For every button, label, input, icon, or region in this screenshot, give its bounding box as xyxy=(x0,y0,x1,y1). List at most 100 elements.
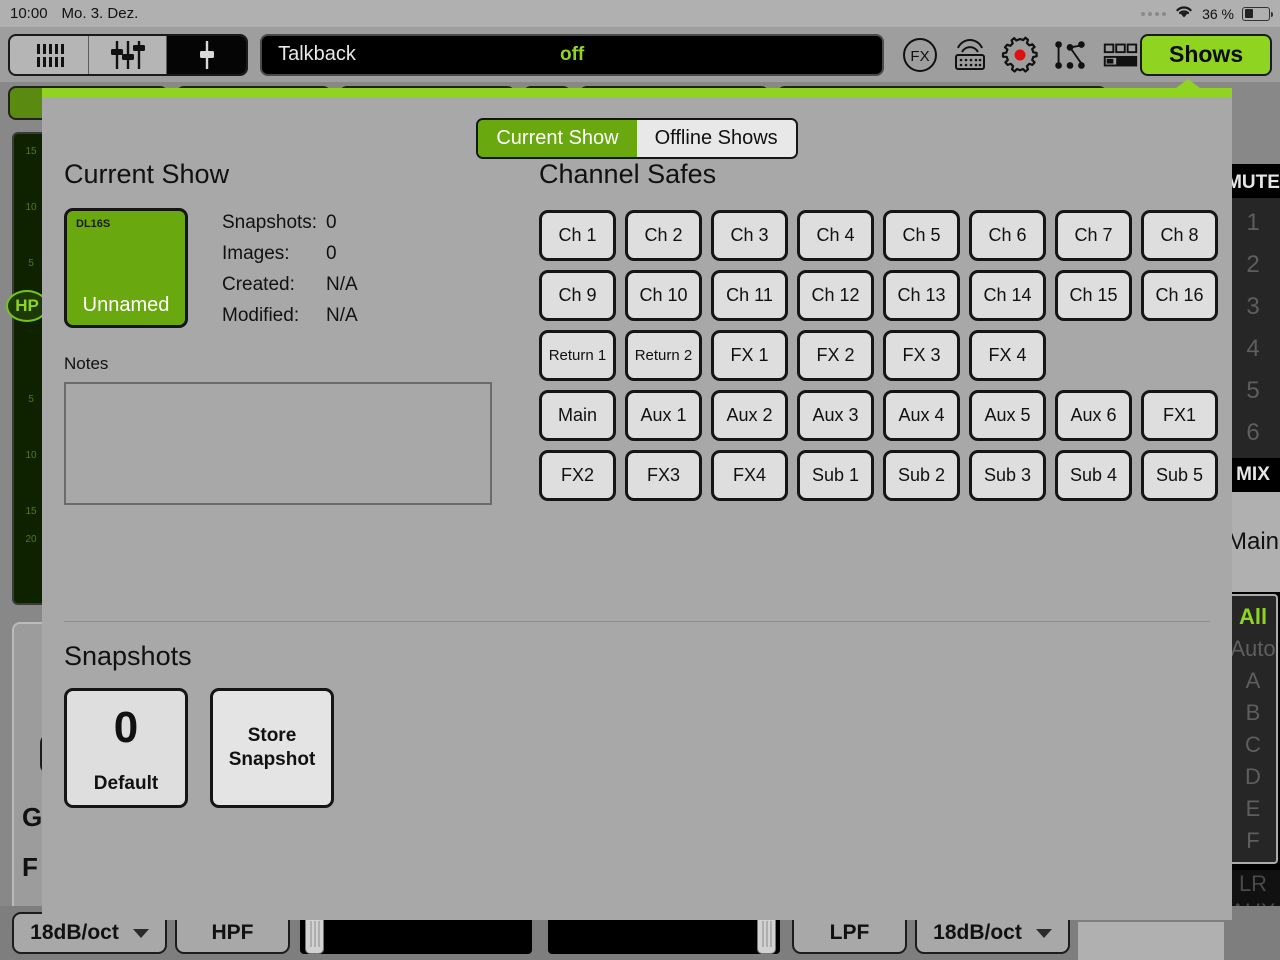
current-show-summary: DL16S Unnamed Snapshots: 0 Images: 0 Cre… xyxy=(64,208,534,336)
channel-safe-button[interactable]: Ch 15 xyxy=(1055,270,1132,321)
settings-gear-icon[interactable] xyxy=(1000,35,1040,75)
mute-group-item[interactable]: 5 xyxy=(1246,377,1259,405)
channel-safe-button[interactable]: Ch 16 xyxy=(1141,270,1218,321)
mute-group-item[interactable]: 3 xyxy=(1246,293,1259,321)
status-time: 10:00 xyxy=(10,5,48,22)
channel-safe-button[interactable]: Ch 10 xyxy=(625,270,702,321)
lpf-slope-value: 18dB/oct xyxy=(933,921,1022,944)
meta-value: N/A xyxy=(326,274,358,295)
meta-value: 0 xyxy=(326,243,337,264)
channel-safe-button[interactable]: Return 2 xyxy=(625,330,702,381)
chevron-down-icon xyxy=(1035,928,1052,938)
channel-safe-button[interactable]: Sub 4 xyxy=(1055,450,1132,501)
channel-safe-button[interactable]: Ch 6 xyxy=(969,210,1046,261)
view-group-item[interactable]: D xyxy=(1245,764,1261,790)
mix-header: MIX xyxy=(1226,458,1280,492)
view-group-item[interactable]: A xyxy=(1246,668,1261,694)
channel-safe-button[interactable]: Ch 7 xyxy=(1055,210,1132,261)
top-toolbar: Talkback off FX Shows xyxy=(0,27,1280,82)
channel-safe-button[interactable]: Ch 2 xyxy=(625,210,702,261)
tab-offline-shows[interactable]: Offline Shows xyxy=(636,120,796,157)
current-show-section: Current Show DL16S Unnamed Snapshots: 0 … xyxy=(64,159,534,505)
faders-view-button[interactable] xyxy=(89,35,168,74)
meta-row-images: Images: 0 xyxy=(222,243,358,265)
talkback-value: off xyxy=(559,43,585,65)
app-root: 10:00 Mo. 3. Dez. 36 % Talkback off FX S… xyxy=(0,0,1280,960)
shows-button[interactable]: Shows xyxy=(1140,33,1272,76)
channel-safe-button[interactable]: FX 1 xyxy=(711,330,788,381)
channel-safe-button[interactable]: Aux 6 xyxy=(1055,390,1132,441)
mute-group-item[interactable]: 2 xyxy=(1246,251,1259,279)
current-show-card[interactable]: DL16S Unnamed xyxy=(64,208,188,328)
channel-safe-button[interactable]: FX2 xyxy=(539,450,616,501)
notes-label: Notes xyxy=(64,354,109,373)
status-bar: 10:00 Mo. 3. Dez. 36 % xyxy=(0,0,1280,27)
store-snapshot-button[interactable]: Store Snapshot xyxy=(210,688,334,808)
talkback-display[interactable]: Talkback off xyxy=(260,33,885,76)
channel-safe-button[interactable]: Main xyxy=(539,390,616,441)
channel-safes-row: Ch 9 Ch 10 Ch 11 Ch 12 Ch 13 Ch 14 Ch 15… xyxy=(539,270,1229,321)
channel-safe-button[interactable]: FX4 xyxy=(711,450,788,501)
view-group-item[interactable]: B xyxy=(1246,700,1261,726)
battery-percent: 36 % xyxy=(1202,5,1234,22)
svg-text:FX: FX xyxy=(911,48,930,65)
view-group-item[interactable]: Auto xyxy=(1230,636,1275,662)
snapshot-card-default[interactable]: 0 Default xyxy=(64,688,188,808)
channel-safe-button[interactable]: Sub 3 xyxy=(969,450,1046,501)
channel-safe-button[interactable]: Aux 5 xyxy=(969,390,1046,441)
channel-safe-button[interactable]: FX1 xyxy=(1141,390,1218,441)
view-mode-group xyxy=(8,33,249,76)
channel-safe-button[interactable]: Ch 12 xyxy=(797,270,874,321)
channel-safes-title: Channel Safes xyxy=(539,159,717,189)
hpf-slope-value: 18dB/oct xyxy=(30,921,119,944)
view-group-item[interactable]: All xyxy=(1239,604,1267,630)
notes-input[interactable] xyxy=(64,382,492,505)
channel-safe-button[interactable]: Ch 4 xyxy=(797,210,874,261)
channel-safe-button[interactable]: Sub 2 xyxy=(883,450,960,501)
tab-current-show[interactable]: Current Show xyxy=(478,120,637,157)
device-grid-icon[interactable] xyxy=(1100,35,1140,75)
channel-safe-button[interactable]: FX 4 xyxy=(969,330,1046,381)
view-group-item[interactable]: E xyxy=(1246,796,1261,822)
view-group-item[interactable]: F xyxy=(1246,828,1259,854)
hpf-slider-handle[interactable] xyxy=(305,914,324,954)
fx-icon[interactable]: FX xyxy=(900,35,940,75)
channel-safe-button[interactable]: Return 1 xyxy=(539,330,616,381)
toolbar-icons: FX xyxy=(900,35,1140,75)
channel-safe-button[interactable]: Sub 5 xyxy=(1141,450,1218,501)
channel-safe-button[interactable]: Ch 3 xyxy=(711,210,788,261)
channel-safe-button[interactable]: Aux 1 xyxy=(625,390,702,441)
right-rail: MUTE 1 2 3 4 5 6 MIX Main All Auto A B C… xyxy=(1226,164,1280,960)
mute-group-item[interactable]: 6 xyxy=(1246,419,1259,447)
show-metadata: Snapshots: 0 Images: 0 Created: N/A Modi… xyxy=(222,208,358,336)
snapshots-row: 0 Default Store Snapshot xyxy=(64,688,334,808)
channel-safe-button[interactable]: Ch 8 xyxy=(1141,210,1218,261)
mute-group-item[interactable]: 4 xyxy=(1246,335,1259,363)
view-group-item[interactable]: C xyxy=(1245,732,1261,758)
channel-safe-button[interactable]: Sub 1 xyxy=(797,450,874,501)
channel-safe-button[interactable]: Aux 3 xyxy=(797,390,874,441)
channels-view-button[interactable] xyxy=(10,35,89,74)
channel-safe-button[interactable]: FX 2 xyxy=(797,330,874,381)
channel-safe-button[interactable]: Ch 5 xyxy=(883,210,960,261)
channel-safe-button[interactable]: Ch 11 xyxy=(711,270,788,321)
channel-safe-button[interactable]: FX3 xyxy=(625,450,702,501)
mute-group-item[interactable]: 1 xyxy=(1246,209,1259,237)
meta-key: Images: xyxy=(222,243,290,264)
channel-safe-button[interactable]: Aux 2 xyxy=(711,390,788,441)
channel-safe-button[interactable]: FX 3 xyxy=(883,330,960,381)
channel-safe-button[interactable]: Ch 1 xyxy=(539,210,616,261)
main-mix-button[interactable]: Main xyxy=(1226,492,1280,592)
wireless-keyboard-icon[interactable] xyxy=(950,35,990,75)
battery-icon xyxy=(1242,6,1273,21)
show-card-name: Unnamed xyxy=(82,294,170,316)
single-view-button[interactable] xyxy=(167,35,247,74)
channel-safe-button[interactable]: Ch 9 xyxy=(539,270,616,321)
routing-patch-icon[interactable] xyxy=(1050,35,1090,75)
bus-filter-item[interactable]: LR xyxy=(1239,871,1267,897)
eq-gain-label: G xyxy=(22,802,43,832)
channel-safe-button[interactable]: Aux 4 xyxy=(883,390,960,441)
channel-safe-button[interactable]: Ch 14 xyxy=(969,270,1046,321)
channel-safe-button[interactable]: Ch 13 xyxy=(883,270,960,321)
lpf-slider-handle[interactable] xyxy=(757,914,776,954)
